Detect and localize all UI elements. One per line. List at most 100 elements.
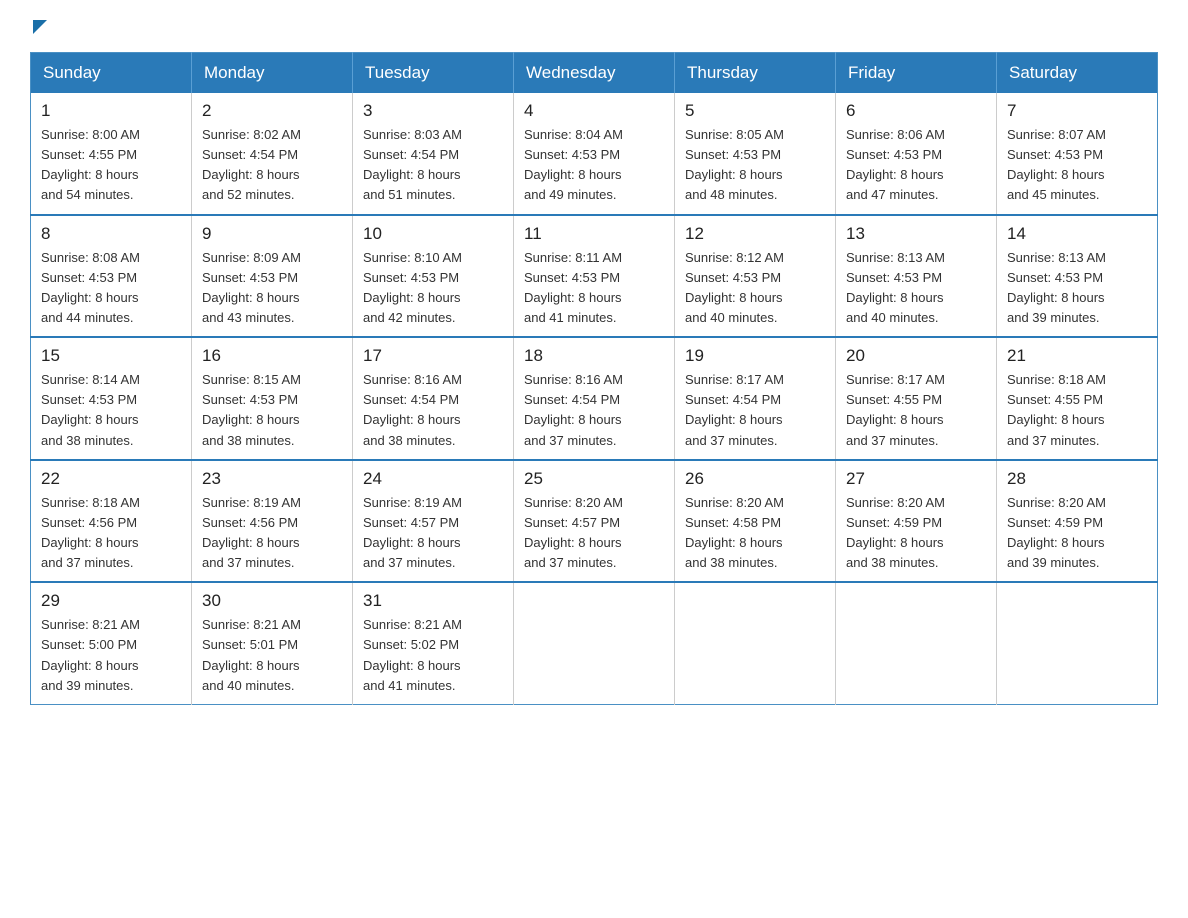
table-row: 4 Sunrise: 8:04 AMSunset: 4:53 PMDaylight… — [514, 93, 675, 215]
table-row: 25 Sunrise: 8:20 AMSunset: 4:57 PMDayligh… — [514, 460, 675, 583]
day-number: 28 — [1007, 469, 1147, 489]
day-number: 9 — [202, 224, 342, 244]
logo-arrow-icon — [33, 20, 47, 34]
col-wednesday: Wednesday — [514, 53, 675, 94]
day-info: Sunrise: 8:17 AMSunset: 4:54 PMDaylight:… — [685, 370, 825, 451]
calendar-header-row: Sunday Monday Tuesday Wednesday Thursday… — [31, 53, 1158, 94]
table-row: 8 Sunrise: 8:08 AMSunset: 4:53 PMDaylight… — [31, 215, 192, 338]
table-row: 12Sunrise: 8:12 AMSunset: 4:53 PMDayligh… — [675, 215, 836, 338]
day-info: Sunrise: 8:20 AMSunset: 4:57 PMDaylight:… — [524, 493, 664, 574]
day-info: Sunrise: 8:04 AMSunset: 4:53 PMDaylight:… — [524, 125, 664, 206]
day-info: Sunrise: 8:11 AMSunset: 4:53 PMDaylight:… — [524, 248, 664, 329]
table-row: 28 Sunrise: 8:20 AMSunset: 4:59 PMDayligh… — [997, 460, 1158, 583]
table-row: 21 Sunrise: 8:18 AMSunset: 4:55 PMDayligh… — [997, 337, 1158, 460]
table-row: 10Sunrise: 8:10 AMSunset: 4:53 PMDayligh… — [353, 215, 514, 338]
day-number: 3 — [363, 101, 503, 121]
day-info: Sunrise: 8:14 AMSunset: 4:53 PMDaylight:… — [41, 370, 181, 451]
logo — [30, 20, 47, 32]
day-number: 20 — [846, 346, 986, 366]
day-info: Sunrise: 8:06 AMSunset: 4:53 PMDaylight:… — [846, 125, 986, 206]
table-row: 15Sunrise: 8:14 AMSunset: 4:53 PMDayligh… — [31, 337, 192, 460]
day-info: Sunrise: 8:16 AMSunset: 4:54 PMDaylight:… — [524, 370, 664, 451]
table-row — [997, 582, 1158, 704]
table-row: 9 Sunrise: 8:09 AMSunset: 4:53 PMDaylight… — [192, 215, 353, 338]
calendar-week-row: 1 Sunrise: 8:00 AMSunset: 4:55 PMDaylight… — [31, 93, 1158, 215]
table-row: 18Sunrise: 8:16 AMSunset: 4:54 PMDayligh… — [514, 337, 675, 460]
table-row: 14 Sunrise: 8:13 AMSunset: 4:53 PMDayligh… — [997, 215, 1158, 338]
day-info: Sunrise: 8:21 AMSunset: 5:01 PMDaylight:… — [202, 615, 342, 696]
calendar-table: Sunday Monday Tuesday Wednesday Thursday… — [30, 52, 1158, 705]
table-row: 3 Sunrise: 8:03 AMSunset: 4:54 PMDaylight… — [353, 93, 514, 215]
table-row: 19 Sunrise: 8:17 AMSunset: 4:54 PMDayligh… — [675, 337, 836, 460]
day-number: 30 — [202, 591, 342, 611]
day-number: 27 — [846, 469, 986, 489]
day-number: 17 — [363, 346, 503, 366]
day-info: Sunrise: 8:03 AMSunset: 4:54 PMDaylight:… — [363, 125, 503, 206]
day-number: 26 — [685, 469, 825, 489]
day-info: Sunrise: 8:18 AMSunset: 4:56 PMDaylight:… — [41, 493, 181, 574]
day-info: Sunrise: 8:16 AMSunset: 4:54 PMDaylight:… — [363, 370, 503, 451]
day-number: 11 — [524, 224, 664, 244]
day-info: Sunrise: 8:00 AMSunset: 4:55 PMDaylight:… — [41, 125, 181, 206]
col-monday: Monday — [192, 53, 353, 94]
table-row: 13 Sunrise: 8:13 AMSunset: 4:53 PMDayligh… — [836, 215, 997, 338]
col-thursday: Thursday — [675, 53, 836, 94]
table-row: 2 Sunrise: 8:02 AMSunset: 4:54 PMDaylight… — [192, 93, 353, 215]
day-info: Sunrise: 8:20 AMSunset: 4:59 PMDaylight:… — [1007, 493, 1147, 574]
col-tuesday: Tuesday — [353, 53, 514, 94]
day-info: Sunrise: 8:20 AMSunset: 4:59 PMDaylight:… — [846, 493, 986, 574]
table-row: 5 Sunrise: 8:05 AMSunset: 4:53 PMDaylight… — [675, 93, 836, 215]
day-number: 29 — [41, 591, 181, 611]
table-row: 17 Sunrise: 8:16 AMSunset: 4:54 PMDayligh… — [353, 337, 514, 460]
day-number: 8 — [41, 224, 181, 244]
day-info: Sunrise: 8:19 AMSunset: 4:57 PMDaylight:… — [363, 493, 503, 574]
col-sunday: Sunday — [31, 53, 192, 94]
day-info: Sunrise: 8:15 AMSunset: 4:53 PMDaylight:… — [202, 370, 342, 451]
day-info: Sunrise: 8:20 AMSunset: 4:58 PMDaylight:… — [685, 493, 825, 574]
page-header — [30, 20, 1158, 32]
table-row: 31 Sunrise: 8:21 AMSunset: 5:02 PMDayligh… — [353, 582, 514, 704]
table-row: 30 Sunrise: 8:21 AMSunset: 5:01 PMDayligh… — [192, 582, 353, 704]
col-friday: Friday — [836, 53, 997, 94]
table-row: 27 Sunrise: 8:20 AMSunset: 4:59 PMDayligh… — [836, 460, 997, 583]
day-info: Sunrise: 8:08 AMSunset: 4:53 PMDaylight:… — [41, 248, 181, 329]
table-row — [675, 582, 836, 704]
day-info: Sunrise: 8:12 AMSunset: 4:53 PMDaylight:… — [685, 248, 825, 329]
day-info: Sunrise: 8:13 AMSunset: 4:53 PMDaylight:… — [846, 248, 986, 329]
table-row — [514, 582, 675, 704]
table-row: 26 Sunrise: 8:20 AMSunset: 4:58 PMDayligh… — [675, 460, 836, 583]
day-number: 14 — [1007, 224, 1147, 244]
day-number: 4 — [524, 101, 664, 121]
day-info: Sunrise: 8:02 AMSunset: 4:54 PMDaylight:… — [202, 125, 342, 206]
day-info: Sunrise: 8:18 AMSunset: 4:55 PMDaylight:… — [1007, 370, 1147, 451]
day-number: 13 — [846, 224, 986, 244]
day-number: 31 — [363, 591, 503, 611]
table-row: 22Sunrise: 8:18 AMSunset: 4:56 PMDayligh… — [31, 460, 192, 583]
day-number: 23 — [202, 469, 342, 489]
col-saturday: Saturday — [997, 53, 1158, 94]
calendar-week-row: 29Sunrise: 8:21 AMSunset: 5:00 PMDayligh… — [31, 582, 1158, 704]
calendar-week-row: 8 Sunrise: 8:08 AMSunset: 4:53 PMDaylight… — [31, 215, 1158, 338]
day-info: Sunrise: 8:07 AMSunset: 4:53 PMDaylight:… — [1007, 125, 1147, 206]
table-row: 24Sunrise: 8:19 AMSunset: 4:57 PMDayligh… — [353, 460, 514, 583]
day-number: 19 — [685, 346, 825, 366]
day-info: Sunrise: 8:17 AMSunset: 4:55 PMDaylight:… — [846, 370, 986, 451]
day-number: 21 — [1007, 346, 1147, 366]
day-info: Sunrise: 8:13 AMSunset: 4:53 PMDaylight:… — [1007, 248, 1147, 329]
table-row: 29Sunrise: 8:21 AMSunset: 5:00 PMDayligh… — [31, 582, 192, 704]
table-row: 1 Sunrise: 8:00 AMSunset: 4:55 PMDaylight… — [31, 93, 192, 215]
day-number: 7 — [1007, 101, 1147, 121]
table-row: 23Sunrise: 8:19 AMSunset: 4:56 PMDayligh… — [192, 460, 353, 583]
day-number: 25 — [524, 469, 664, 489]
day-number: 10 — [363, 224, 503, 244]
day-number: 5 — [685, 101, 825, 121]
day-info: Sunrise: 8:21 AMSunset: 5:02 PMDaylight:… — [363, 615, 503, 696]
calendar-week-row: 15Sunrise: 8:14 AMSunset: 4:53 PMDayligh… — [31, 337, 1158, 460]
day-number: 1 — [41, 101, 181, 121]
day-info: Sunrise: 8:09 AMSunset: 4:53 PMDaylight:… — [202, 248, 342, 329]
table-row: 20 Sunrise: 8:17 AMSunset: 4:55 PMDayligh… — [836, 337, 997, 460]
day-number: 2 — [202, 101, 342, 121]
day-info: Sunrise: 8:05 AMSunset: 4:53 PMDaylight:… — [685, 125, 825, 206]
table-row — [836, 582, 997, 704]
calendar-week-row: 22Sunrise: 8:18 AMSunset: 4:56 PMDayligh… — [31, 460, 1158, 583]
